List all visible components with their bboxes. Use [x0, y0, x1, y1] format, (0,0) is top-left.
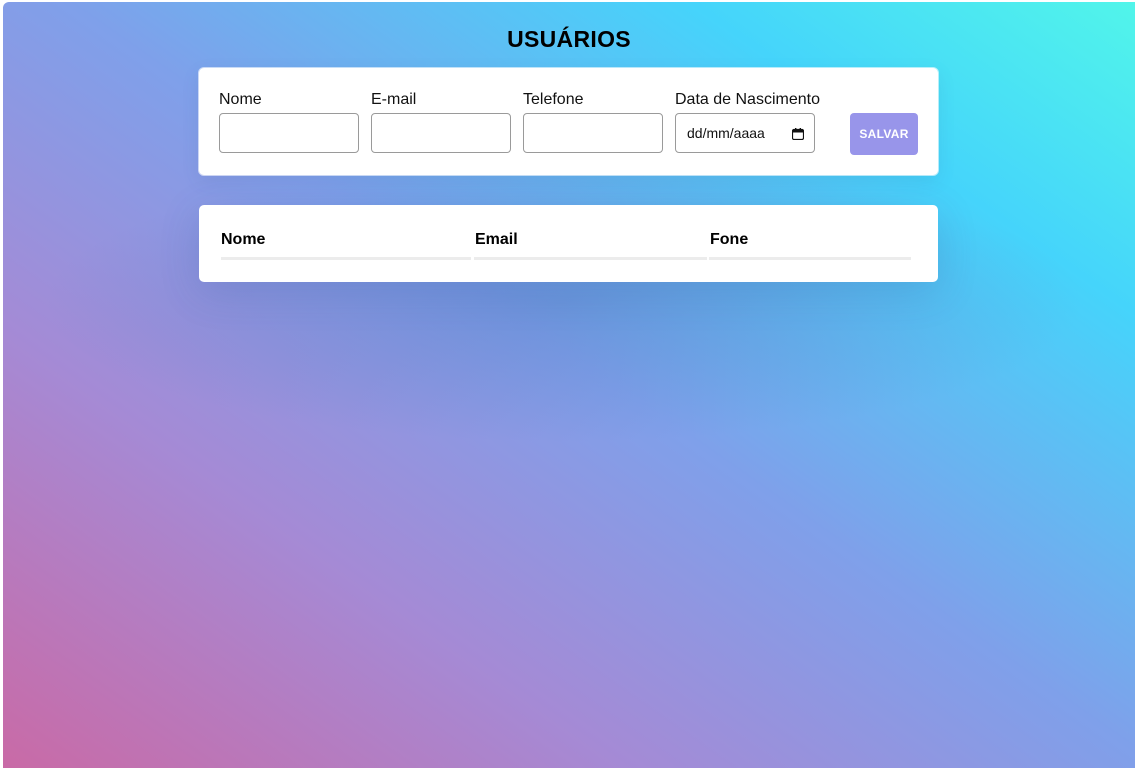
birthdate-value: dd/mm/aaaa — [687, 125, 765, 141]
user-form-card: Nome E-mail Telefone Data de Nascimento … — [199, 68, 938, 175]
name-field-group: Nome — [219, 90, 359, 153]
page-title: USUÁRIOS — [507, 26, 631, 52]
email-field-group: E-mail — [371, 90, 511, 153]
phone-field-group: Telefone — [523, 90, 663, 153]
email-label: E-mail — [371, 91, 417, 108]
users-table-card: Nome Email Fone — [199, 205, 938, 282]
column-header-email: Email — [475, 231, 518, 248]
column-header-phone: Fone — [710, 231, 749, 248]
column-header-name: Nome — [221, 231, 266, 248]
name-input[interactable] — [219, 113, 359, 153]
birthdate-field-group: Data de Nascimento dd/mm/aaaa — [675, 90, 820, 153]
birthdate-label: Data de Nascimento — [675, 91, 820, 108]
email-input[interactable] — [371, 113, 511, 153]
header-divider — [474, 257, 707, 260]
name-label: Nome — [219, 91, 262, 108]
calendar-icon[interactable] — [791, 127, 805, 141]
birthdate-input[interactable]: dd/mm/aaaa — [675, 113, 815, 153]
phone-label: Telefone — [523, 91, 584, 108]
phone-input[interactable] — [523, 113, 663, 153]
app-background: USUÁRIOS Nome E-mail Telefone Data de Na… — [3, 2, 1135, 768]
header-divider — [709, 257, 911, 260]
header-divider — [221, 257, 471, 260]
save-button[interactable]: SALVAR — [850, 113, 918, 155]
